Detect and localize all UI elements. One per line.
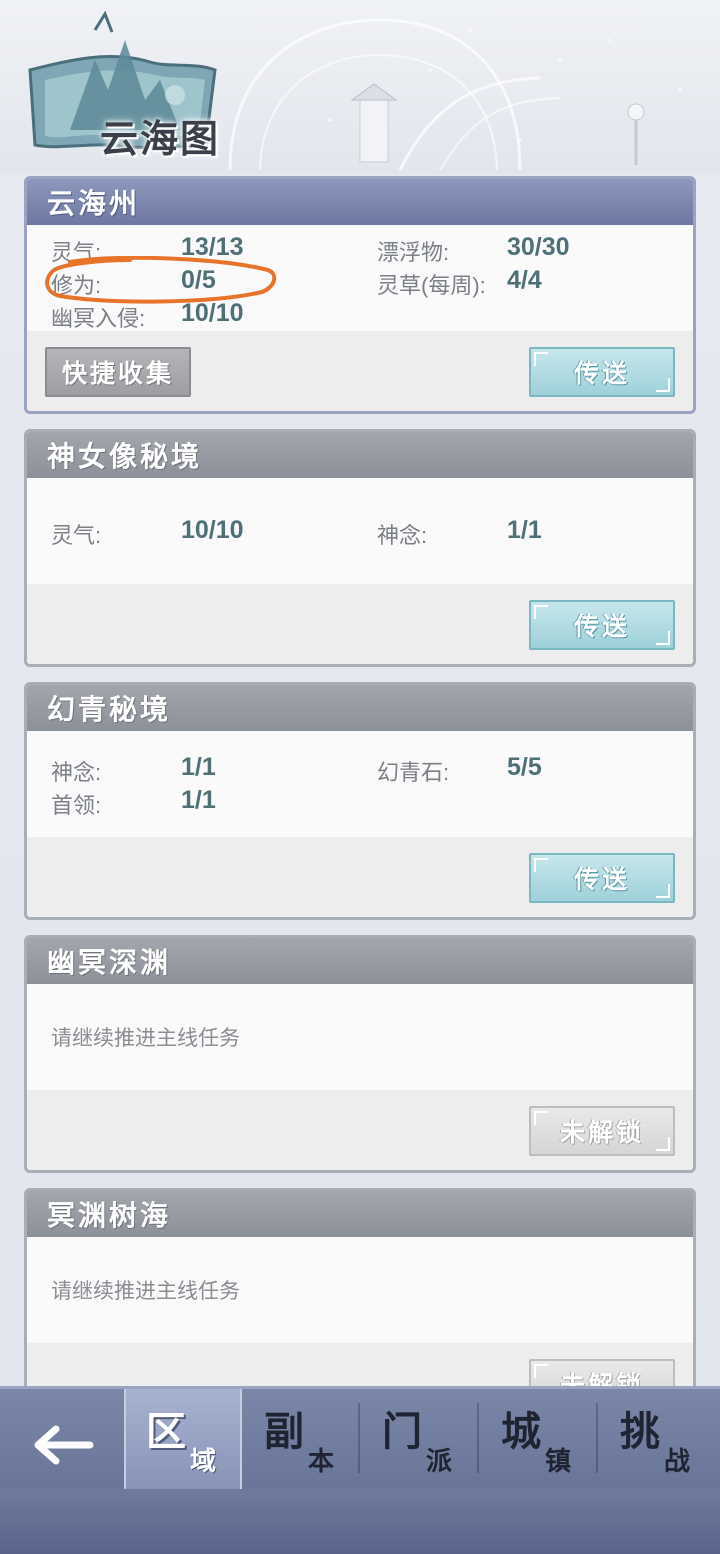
stat-value: 0/5 [181, 266, 216, 294]
header: 云海图 [0, 0, 720, 175]
tab-label-sub: 域 [190, 1446, 217, 1476]
stat-label: 神念: [51, 760, 102, 785]
stat-label: 神念: [377, 523, 428, 548]
region-card-actions: 传送 [27, 837, 693, 917]
teleport-button-label: 传送 [573, 866, 630, 894]
stat-value: 10/10 [181, 299, 244, 327]
teleport-button-label: 传送 [573, 613, 630, 641]
stat-value: 1/1 [181, 786, 216, 814]
stat-label: 灵气: [51, 240, 102, 265]
locked-button[interactable]: 未解锁 [529, 1106, 675, 1156]
stat-label: 修为: [51, 273, 102, 298]
quick-collect-button[interactable]: 快捷收集 [45, 347, 191, 397]
corner-ornament [534, 858, 548, 872]
region-card-actions: 快捷收集 传送 [27, 331, 693, 411]
arrow-left-icon [34, 1425, 94, 1465]
tab-sect[interactable]: 门 派 [362, 1389, 480, 1489]
stat-value: 1/1 [507, 516, 542, 544]
tab-label-main: 城 [501, 1410, 541, 1454]
region-card-hint: 请继续推进主线任务 [27, 984, 693, 1090]
teleport-button[interactable]: 传送 [529, 853, 675, 903]
corner-ornament [656, 631, 670, 645]
teleport-button-label: 传送 [573, 360, 630, 388]
page-title: 云海图 [100, 119, 221, 161]
region-card-actions: 未解锁 [27, 1090, 693, 1170]
stat-value: 10/10 [181, 516, 244, 544]
corner-ornament [534, 352, 548, 366]
page: 云海图 云海州 灵气: 13/13 漂浮物: 30/30 修为: 0/5 灵草(… [0, 0, 720, 1554]
stat-label: 灵草(每周): [377, 273, 486, 298]
region-card-stats: 灵气: 13/13 漂浮物: 30/30 修为: 0/5 灵草(每周): 4/4… [27, 225, 693, 331]
stat-value: 1/1 [181, 753, 216, 781]
stat-value: 4/4 [507, 266, 542, 294]
region-card-stats: 灵气: 10/10 神念: 1/1 [27, 478, 693, 584]
locked-button-label: 未解锁 [559, 1119, 644, 1147]
tab-dungeon[interactable]: 副 本 [244, 1389, 362, 1489]
stat-label: 幻青石: [377, 760, 450, 785]
region-card-hint: 请继续推进主线任务 [27, 1237, 693, 1343]
stat-label: 首领: [51, 793, 102, 818]
corner-ornament [534, 1364, 548, 1378]
stat-value: 13/13 [181, 233, 244, 261]
tab-label-sub: 派 [426, 1446, 453, 1476]
region-card-huanqing: 幻青秘境 神念: 1/1 幻青石: 5/5 首领: 1/1 传送 [24, 682, 696, 920]
bottom-nav: 区 域 副 本 门 派 城 镇 挑 战 [0, 1386, 720, 1554]
region-card-title: 神女像秘境 [27, 432, 693, 478]
tab-region[interactable]: 区 域 [124, 1389, 242, 1489]
region-card-title: 云海州 [27, 179, 693, 225]
stat-label: 幽冥入侵: [51, 306, 146, 331]
corner-ornament [656, 884, 670, 898]
tab-label-sub: 本 [308, 1446, 335, 1476]
teleport-button[interactable]: 传送 [529, 600, 675, 650]
tab-challenge[interactable]: 挑 战 [600, 1389, 718, 1489]
stat-label: 漂浮物: [377, 240, 450, 265]
region-card-stats: 神念: 1/1 幻青石: 5/5 首领: 1/1 [27, 731, 693, 837]
corner-ornament [656, 378, 670, 392]
region-card-shennvxiang: 神女像秘境 灵气: 10/10 神念: 1/1 传送 [24, 429, 696, 667]
back-button[interactable] [0, 1389, 124, 1501]
region-card-youmingshenyuan: 幽冥深渊 请继续推进主线任务 未解锁 [24, 935, 696, 1173]
stat-value: 30/30 [507, 233, 570, 261]
tab-town[interactable]: 城 镇 [481, 1389, 599, 1489]
tab-label-sub: 战 [664, 1446, 691, 1476]
tab-label-main: 区 [146, 1410, 186, 1454]
region-card-actions: 传送 [27, 584, 693, 664]
tab-label-main: 副 [264, 1410, 304, 1454]
region-card-title: 冥渊树海 [27, 1191, 693, 1237]
corner-ornament [534, 605, 548, 619]
corner-ornament [656, 1137, 670, 1151]
tab-label-sub: 镇 [545, 1446, 572, 1476]
teleport-button[interactable]: 传送 [529, 347, 675, 397]
locked-hint-text: 请继续推进主线任务 [51, 1280, 240, 1303]
region-card-title: 幻青秘境 [27, 685, 693, 731]
tab-label-main: 挑 [620, 1410, 660, 1454]
tab-label-main: 门 [382, 1410, 422, 1454]
region-card-yunhaizhou: 云海州 灵气: 13/13 漂浮物: 30/30 修为: 0/5 灵草(每周):… [24, 176, 696, 414]
corner-ornament [534, 1111, 548, 1125]
stat-label: 灵气: [51, 523, 102, 548]
region-card-title: 幽冥深渊 [27, 938, 693, 984]
locked-hint-text: 请继续推进主线任务 [51, 1027, 240, 1050]
stat-value: 5/5 [507, 753, 542, 781]
